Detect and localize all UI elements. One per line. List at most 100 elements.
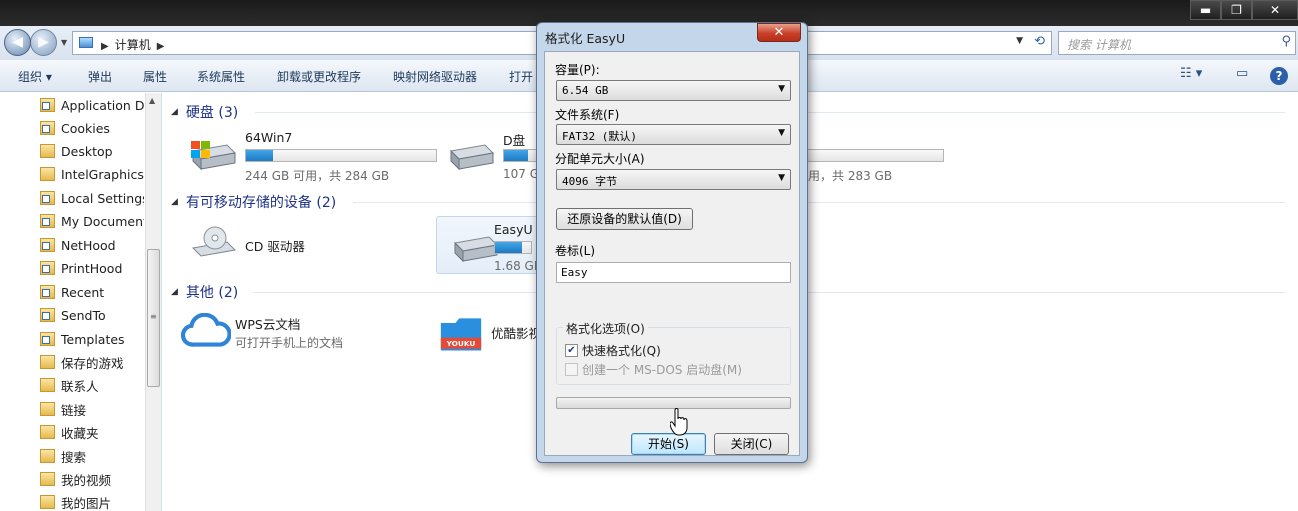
- sidebar-item[interactable]: Desktop: [40, 140, 144, 162]
- capacity-select[interactable]: 6.54 GB ▼: [556, 80, 791, 101]
- group-title: 硬盘 (3): [185, 105, 239, 121]
- group-header-removable[interactable]: ◢ 有可移动存储的设备 (2): [171, 192, 336, 212]
- sidebar-item[interactable]: 保存的游戏: [40, 351, 144, 373]
- sidebar-item[interactable]: My Document: [40, 210, 144, 232]
- sidebar-item-label: 联系人: [61, 378, 99, 394]
- sidebar-scrollbar[interactable]: ▲ ≡: [145, 93, 161, 511]
- group-header-hdd[interactable]: ◢ 硬盘 (3): [171, 102, 238, 122]
- capacity-value: 6.54 GB: [562, 84, 609, 97]
- search-icon[interactable]: ⚲: [1281, 34, 1291, 49]
- allocation-label: 分配单元大小(A): [555, 152, 645, 166]
- folder-icon: [40, 355, 55, 369]
- sidebar-item[interactable]: 我的图片: [40, 491, 144, 511]
- filesystem-select[interactable]: FAT32 (默认) ▼: [556, 124, 791, 145]
- forward-button[interactable]: ▶: [30, 29, 57, 56]
- sidebar-item[interactable]: Local Settings: [40, 187, 144, 209]
- open-button[interactable]: 打开: [509, 68, 533, 85]
- sidebar-item[interactable]: 我的视频: [40, 468, 144, 490]
- sidebar-item[interactable]: Templates: [40, 328, 144, 350]
- folder-icon: [40, 472, 55, 486]
- preview-pane-icon[interactable]: ▭: [1236, 66, 1248, 86]
- msdos-startup-checkbox: 创建一个 MS-DOS 启动盘(M): [565, 361, 742, 378]
- hard-drive-icon: [191, 141, 237, 171]
- format-options-legend: 格式化选项(O): [563, 320, 648, 337]
- organize-menu[interactable]: 组织 ▾: [18, 68, 52, 85]
- wps-name: WPS云文档: [235, 317, 301, 332]
- collapse-triangle-icon[interactable]: ◢: [171, 287, 178, 297]
- breadcrumb-arrow-icon[interactable]: ▶: [101, 41, 109, 52]
- checkmark-icon[interactable]: ✔: [565, 344, 578, 357]
- drive-free-space-e: 用，共 283 GB: [808, 169, 893, 183]
- start-button[interactable]: 开始(S): [631, 433, 706, 455]
- address-dropdown-icon[interactable]: ▼: [1016, 36, 1023, 46]
- sidebar-item[interactable]: Cookies: [40, 117, 144, 139]
- volume-label: 卷标(L): [555, 244, 596, 258]
- sidebar-item-label: Recent: [61, 284, 105, 300]
- minimize-button[interactable]: ▬: [1190, 0, 1221, 20]
- filesystem-label: 文件系统(F): [555, 108, 620, 122]
- restore-button[interactable]: ❐: [1221, 0, 1252, 20]
- sidebar-item-label: NetHood: [61, 237, 116, 253]
- scroll-up-icon[interactable]: ▲: [149, 96, 155, 105]
- sidebar-item-label: 我的图片: [61, 495, 112, 511]
- quick-format-label: 快速格式化(Q): [582, 344, 661, 358]
- view-options-icon[interactable]: ☷ ▾: [1180, 66, 1202, 86]
- usage-bar: [245, 149, 437, 162]
- collapse-triangle-icon[interactable]: ◢: [171, 107, 178, 117]
- usage-bar-e: [806, 149, 944, 162]
- properties-button[interactable]: 属性: [143, 68, 167, 85]
- msdos-startup-label: 创建一个 MS-DOS 启动盘(M): [582, 363, 742, 377]
- sidebar-item[interactable]: SendTo: [40, 304, 144, 326]
- sidebar-item[interactable]: NetHood: [40, 234, 144, 256]
- drive-name: D盘: [503, 133, 526, 148]
- map-network-drive-button[interactable]: 映射网络驱动器: [393, 68, 477, 85]
- drive-name: 64Win7: [245, 130, 293, 145]
- sidebar-item[interactable]: 联系人: [40, 374, 144, 396]
- sidebar-item-label: PrintHood: [61, 260, 123, 276]
- eject-button[interactable]: 弹出: [88, 68, 112, 85]
- system-properties-button[interactable]: 系统属性: [197, 68, 245, 85]
- close-button[interactable]: 关闭(C): [714, 433, 789, 455]
- sidebar-item-label: 我的视频: [61, 472, 112, 488]
- help-icon[interactable]: ?: [1270, 67, 1288, 85]
- drive-tile-c[interactable]: 64Win7 244 GB 可用，共 284 GB: [175, 125, 445, 183]
- sidebar-item[interactable]: Recent: [40, 281, 144, 303]
- refresh-icon[interactable]: ⟲: [1034, 34, 1045, 49]
- dialog-close-icon[interactable]: ✕: [757, 23, 801, 42]
- dialog-body: 容量(P): 6.54 GB ▼ 文件系统(F) FAT32 (默认) ▼ 分配…: [544, 51, 800, 456]
- drive-tile-cd[interactable]: CD 驱动器: [175, 216, 445, 274]
- usage-fill: [504, 150, 528, 161]
- sidebar-item[interactable]: 链接: [40, 398, 144, 420]
- youku-folder-icon: YOUKU: [440, 318, 482, 351]
- allocation-select[interactable]: 4096 字节 ▼: [556, 169, 791, 190]
- sidebar-item[interactable]: 搜索: [40, 445, 144, 467]
- recent-pages-dropdown-icon[interactable]: ▼: [61, 38, 67, 47]
- collapse-triangle-icon[interactable]: ◢: [171, 197, 178, 207]
- group-header-other[interactable]: ◢ 其他 (2): [171, 282, 238, 302]
- breadcrumb[interactable]: ▶ 计算机 ▶: [101, 36, 170, 53]
- sidebar-item[interactable]: Application D: [40, 94, 144, 116]
- folder-icon: [40, 449, 55, 463]
- close-window-button[interactable]: ✕: [1252, 0, 1298, 20]
- scroll-thumb[interactable]: ≡: [147, 249, 160, 387]
- volume-label-input[interactable]: [557, 263, 790, 282]
- sidebar-item[interactable]: IntelGraphicsP: [40, 163, 144, 185]
- volume-label-field[interactable]: [556, 262, 791, 283]
- usage-fill: [495, 242, 522, 253]
- breadcrumb-arrow-icon[interactable]: ▶: [157, 41, 165, 52]
- restore-defaults-button[interactable]: 还原设备的默认值(D): [556, 208, 693, 230]
- shortcut-folder-icon: [40, 308, 55, 322]
- uninstall-program-button[interactable]: 卸载或更改程序: [277, 68, 361, 85]
- group-title: 其他 (2): [185, 285, 239, 301]
- sidebar-item-label: 搜索: [61, 449, 87, 465]
- folder-icon: [40, 425, 55, 439]
- quick-format-checkbox[interactable]: ✔ 快速格式化(Q): [565, 342, 661, 359]
- computer-icon: [79, 37, 93, 48]
- sidebar-item[interactable]: 收藏夹: [40, 421, 144, 443]
- back-button[interactable]: ◀: [4, 29, 31, 56]
- sidebar-item-label: SendTo: [61, 307, 106, 323]
- wps-cloud-tile[interactable]: WPS云文档 可打开手机上的文档: [175, 309, 445, 367]
- sidebar-item[interactable]: PrintHood: [40, 257, 144, 279]
- breadcrumb-computer[interactable]: 计算机: [115, 38, 151, 52]
- search-box[interactable]: 搜索 计算机 ⚲: [1058, 31, 1296, 55]
